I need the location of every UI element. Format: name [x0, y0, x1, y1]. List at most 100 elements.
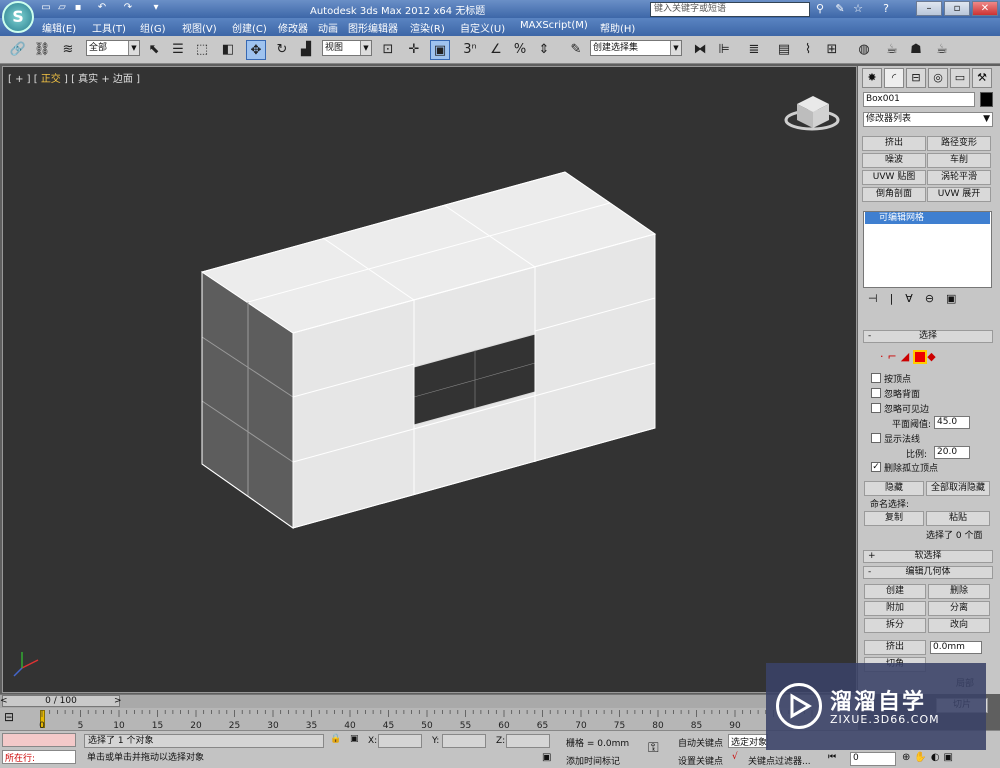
menu-edit[interactable]: 编辑(E): [42, 20, 76, 35]
current-frame-field[interactable]: 0: [850, 752, 896, 766]
maxscript-listener-input[interactable]: [2, 733, 76, 747]
selection-rollout-header[interactable]: - 选择: [863, 330, 993, 343]
modifier-path-deform-button[interactable]: 路径变形: [927, 136, 991, 151]
paste-button[interactable]: 粘贴: [926, 511, 990, 526]
time-slider-thumb[interactable]: 0 / 100: [2, 695, 120, 707]
motion-tab-icon[interactable]: ◎: [928, 68, 948, 88]
modifier-lathe-button[interactable]: 车削: [927, 153, 991, 168]
link-icon[interactable]: 🔗: [8, 40, 28, 60]
key-icon[interactable]: ⚿: [648, 740, 670, 756]
save-file-icon[interactable]: ▪: [72, 2, 84, 14]
time-tag-icon[interactable]: ▣: [542, 752, 556, 766]
curve-editor-icon[interactable]: ⌇: [798, 40, 818, 60]
hierarchy-tab-icon[interactable]: ⊟: [906, 68, 926, 88]
modifier-turbosmooth-button[interactable]: 涡轮平滑: [927, 170, 991, 185]
key-filters-button[interactable]: 关键点过滤器...: [748, 754, 811, 767]
by-vertex-checkbox[interactable]: [871, 373, 881, 383]
rendered-frame-window-icon[interactable]: ☗: [906, 40, 926, 60]
redo-icon[interactable]: ↷: [122, 2, 134, 14]
binoculars-icon[interactable]: ⚲: [812, 2, 828, 16]
mirror-icon[interactable]: ⧓: [690, 40, 710, 60]
render-setup-icon[interactable]: ☕: [882, 40, 902, 60]
menu-rendering[interactable]: 渲染(R): [410, 20, 445, 35]
copy-button[interactable]: 复制: [864, 511, 924, 526]
snaps-toggle-icon[interactable]: 3ⁿ: [460, 40, 480, 60]
minimize-button[interactable]: –: [916, 1, 942, 16]
viewport-orthographic[interactable]: [2, 66, 857, 693]
ignore-backfacing-checkbox[interactable]: [871, 388, 881, 398]
modifier-list-dropdown[interactable]: 修改器列表 ▼: [863, 112, 993, 127]
stack-tools[interactable]: ⊣|∀⊖▣: [868, 292, 993, 306]
extrude-amount-spinner[interactable]: 0.0mm: [930, 641, 982, 654]
unlink-icon[interactable]: ⛓: [32, 40, 52, 60]
y-coord-field[interactable]: [442, 734, 486, 748]
lock-icon[interactable]: 🔒: [330, 734, 342, 746]
named-selection-sets-dropdown[interactable]: 创建选择集 ▼: [590, 40, 682, 56]
edit-geometry-rollout-header[interactable]: - 编辑几何体: [863, 566, 993, 579]
select-manipulate-icon[interactable]: ✛: [404, 40, 424, 60]
delete-isolated-checkbox[interactable]: ✓: [871, 462, 881, 472]
viewport-navigation-icons[interactable]: ⊕✋◐▣: [902, 752, 994, 766]
x-coord-field[interactable]: [378, 734, 422, 748]
unhide-all-button[interactable]: 全部取消隐藏: [926, 481, 990, 496]
viewport-label[interactable]: [ + ] [ 正交 ] [ 真实 + 边面 ]: [8, 70, 140, 85]
modify-tab-icon[interactable]: ◜: [884, 68, 904, 88]
modifier-bevel-profile-button[interactable]: 倒角剖面: [862, 187, 926, 202]
time-slider[interactable]: [0, 694, 858, 708]
undo-icon[interactable]: ↶: [96, 2, 108, 14]
create-tab-icon[interactable]: ✸: [862, 68, 882, 88]
set-key-button[interactable]: 设置关键点: [678, 754, 723, 767]
modifier-uvw-map-button[interactable]: UVW 贴图: [862, 170, 926, 185]
layer-manager-icon[interactable]: ≣: [744, 40, 764, 60]
menu-graph-editors[interactable]: 图形编辑器: [348, 20, 398, 35]
close-button[interactable]: ✕: [972, 1, 998, 16]
select-object-icon[interactable]: ⬉: [144, 40, 164, 60]
percent-snap-icon[interactable]: %: [510, 40, 530, 60]
object-name-field[interactable]: Box001: [863, 92, 975, 107]
graphite-modeling-icon[interactable]: ▤: [774, 40, 794, 60]
divide-button[interactable]: 拆分: [864, 618, 926, 633]
star-icon[interactable]: ☆: [850, 2, 866, 16]
tools-icon[interactable]: ✎: [832, 2, 848, 16]
key-mode-dropdown[interactable]: 选定对象: [728, 734, 768, 748]
menu-maxscript[interactable]: MAXScript(M): [520, 20, 588, 31]
stack-item-editable-mesh[interactable]: 可编辑网格: [865, 212, 990, 224]
go-to-start-icon[interactable]: ⏮: [828, 752, 848, 766]
z-coord-field[interactable]: [506, 734, 550, 748]
app-menu-icon[interactable]: S: [2, 1, 34, 33]
modifier-unwrap-uvw-button[interactable]: UVW 展开: [927, 187, 991, 202]
key-filter-icon[interactable]: √: [732, 752, 738, 762]
open-file-icon[interactable]: ▱: [56, 2, 68, 14]
menu-group[interactable]: 组(G): [140, 20, 166, 35]
schematic-view-icon[interactable]: ⊞: [822, 40, 842, 60]
select-by-name-icon[interactable]: ☰: [168, 40, 188, 60]
help-icon[interactable]: ?: [878, 2, 894, 16]
move-icon[interactable]: ✥: [246, 40, 266, 60]
display-tab-icon[interactable]: ▭: [950, 68, 970, 88]
delete-button[interactable]: 删除: [928, 584, 990, 599]
modifier-noise-button[interactable]: 噪波: [862, 153, 926, 168]
rotate-icon[interactable]: ↻: [272, 40, 292, 60]
create-button[interactable]: 创建: [864, 584, 926, 599]
detach-button[interactable]: 分离: [928, 601, 990, 616]
material-editor-icon[interactable]: ◍: [854, 40, 874, 60]
absolute-mode-icon[interactable]: ▣: [350, 734, 362, 746]
turn-button[interactable]: 改向: [928, 618, 990, 633]
maximize-button[interactable]: ▫: [944, 1, 970, 16]
modifier-extrude-button[interactable]: 挤出: [862, 136, 926, 151]
maxscript-running-field[interactable]: 所在行:: [2, 750, 76, 764]
spinner-snap-icon[interactable]: ⇕: [534, 40, 554, 60]
soft-selection-rollout-header[interactable]: + 软选择: [863, 550, 993, 563]
render-production-icon[interactable]: ☕: [932, 40, 952, 60]
new-file-icon[interactable]: ▭: [40, 2, 52, 14]
attach-button[interactable]: 附加: [864, 601, 926, 616]
rectangle-selection-icon[interactable]: ⬚: [192, 40, 212, 60]
extrude-button[interactable]: 挤出: [864, 640, 926, 655]
menu-view[interactable]: 视图(V): [182, 20, 217, 35]
auto-key-button[interactable]: 自动关键点: [678, 736, 723, 749]
time-next-icon[interactable]: >: [114, 695, 124, 707]
menu-create[interactable]: 创建(C): [232, 20, 267, 35]
align-icon[interactable]: ⊫: [714, 40, 734, 60]
menu-modifiers[interactable]: 修改器: [278, 20, 308, 35]
hide-button[interactable]: 隐藏: [864, 481, 924, 496]
